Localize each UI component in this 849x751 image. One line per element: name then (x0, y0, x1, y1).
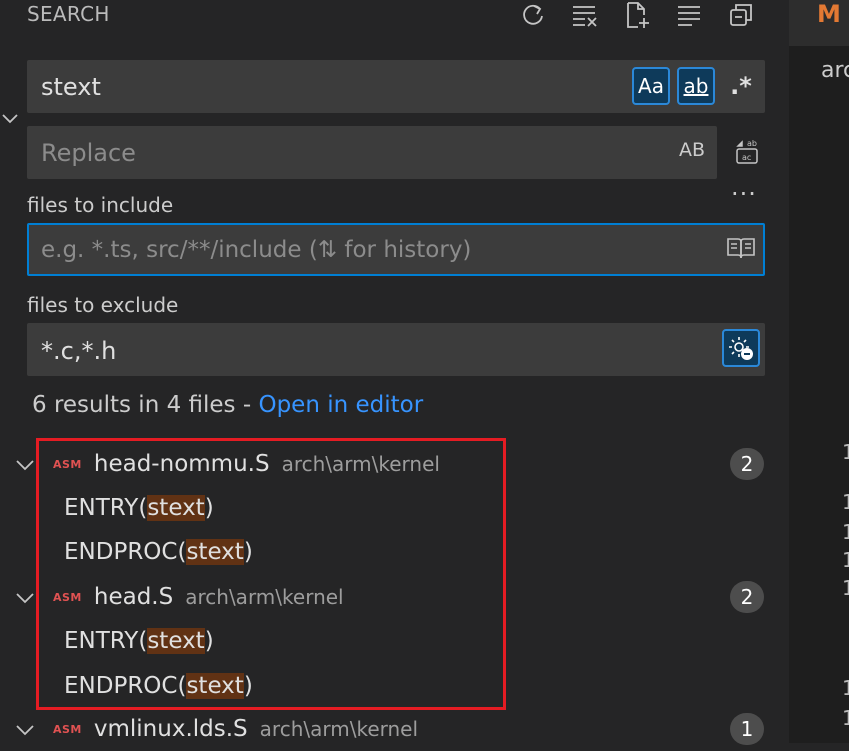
replace-input-placeholder: Replace (41, 139, 136, 167)
search-input-value: stext (41, 73, 101, 101)
match-case-button[interactable]: Aa (632, 67, 670, 105)
editor-gutter-mark: 1 (842, 576, 849, 600)
new-search-editor-icon[interactable] (619, 0, 655, 30)
preserve-case-button[interactable]: AB (679, 139, 705, 161)
chevron-down-icon[interactable] (14, 718, 36, 740)
replace-all-icon[interactable]: ab ac (733, 137, 763, 167)
files-to-exclude-value: *.c,*.h (41, 337, 117, 365)
clear-results-icon[interactable] (567, 0, 603, 30)
chevron-down-icon[interactable] (14, 586, 36, 608)
results-summary: 6 results in 4 files - Open in editor (32, 392, 423, 418)
match-count-badge: 2 (730, 581, 764, 613)
files-to-include-placeholder: e.g. *.ts, src/**/include (⇅ for history… (41, 237, 472, 263)
collapse-all-icon[interactable] (723, 0, 759, 30)
annotation-highlight-box (36, 438, 506, 710)
match-count-badge: 2 (730, 448, 764, 480)
editor-text: arc (821, 58, 849, 83)
file-tree-item[interactable]: ASM vmlinux.lds.S arch\arm\kernel (14, 707, 774, 751)
toggle-search-details-icon[interactable]: ··· (731, 180, 757, 208)
results-count-text: 6 results in 4 files - (32, 392, 259, 418)
editor-gutter-mark: 1 (842, 548, 849, 572)
files-to-include-label: files to include (27, 193, 174, 217)
editor-gutter-mark: 1 (842, 520, 849, 544)
files-to-exclude-label: files to exclude (27, 293, 179, 317)
editor-gutter-mark: 1 (842, 440, 849, 464)
editor-gutter-mark: 1 (842, 706, 849, 730)
use-regex-button[interactable]: .* (722, 67, 760, 105)
chevron-down-icon[interactable] (14, 453, 36, 475)
toggle-replace-chevron-icon[interactable] (0, 108, 20, 128)
open-in-editor-link[interactable]: Open in editor (258, 392, 423, 418)
match-whole-word-button[interactable]: ab (677, 67, 715, 105)
panel-title: SEARCH (27, 2, 110, 26)
editor-gutter-mark: 1 (842, 676, 849, 700)
file-path: arch\arm\kernel (259, 717, 419, 741)
match-whole-word-label: ab (683, 74, 709, 98)
view-as-tree-icon[interactable] (671, 0, 707, 30)
refresh-icon[interactable] (515, 0, 551, 30)
markdown-file-icon: M (817, 0, 841, 28)
svg-text:ab: ab (747, 139, 757, 148)
file-name: vmlinux.lds.S (93, 716, 248, 742)
editor-gutter-mark: 1 (842, 490, 849, 514)
svg-text:ac: ac (742, 153, 751, 162)
use-exclude-settings-button[interactable] (722, 329, 760, 367)
search-only-open-editors-icon[interactable] (725, 233, 757, 263)
editor-area[interactable] (789, 0, 849, 743)
files-to-exclude-input[interactable] (27, 323, 765, 376)
match-count-badge: 1 (730, 713, 764, 745)
asm-file-icon: ASM (53, 722, 82, 736)
